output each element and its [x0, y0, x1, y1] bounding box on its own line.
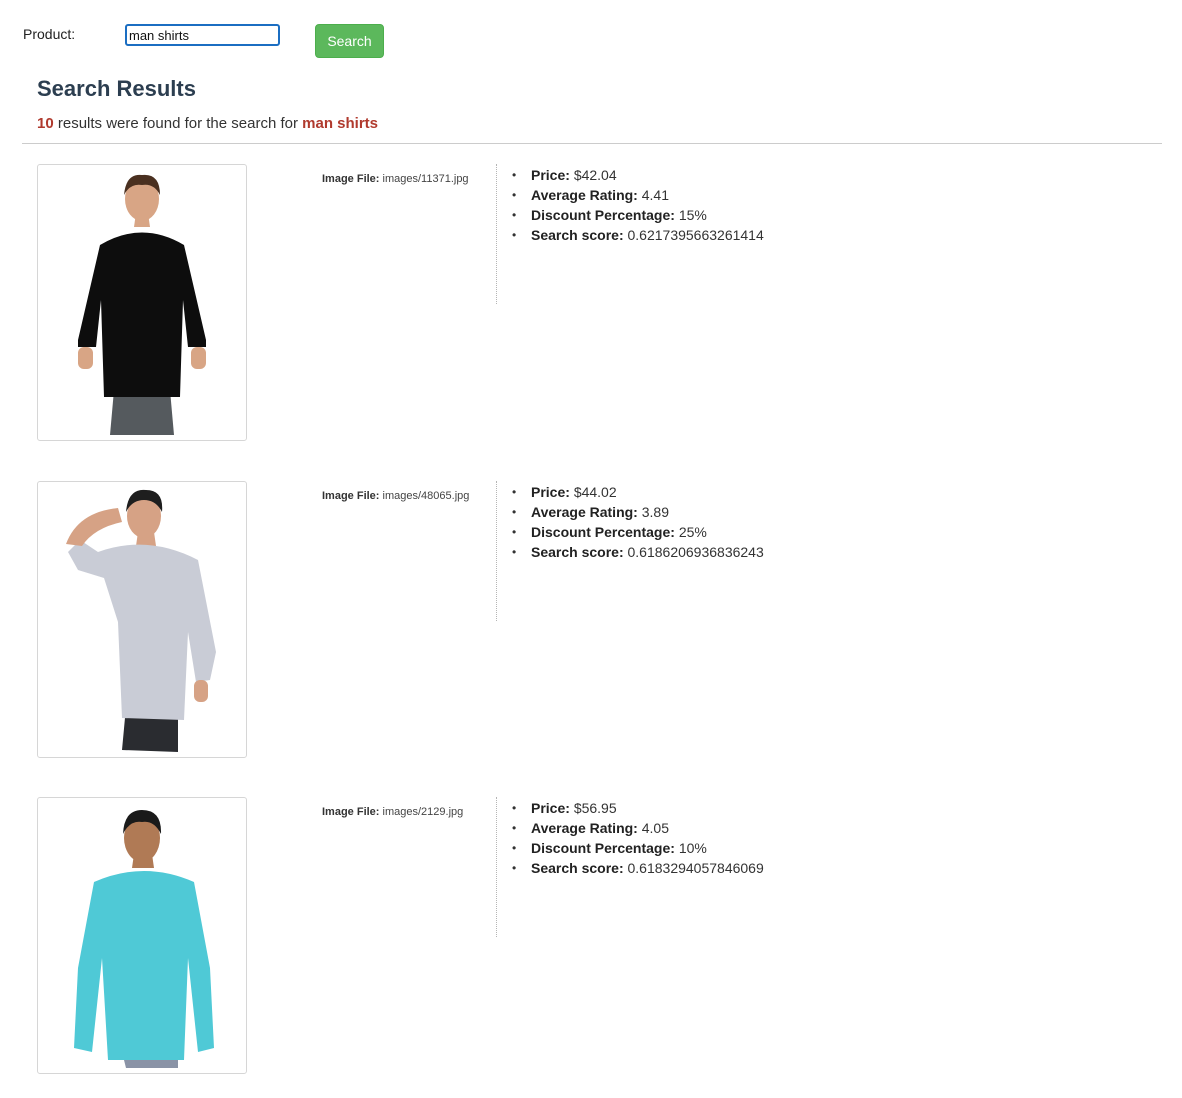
product-label: Product: — [23, 26, 76, 42]
price-label: Price: — [531, 484, 570, 500]
product-image[interactable] — [37, 481, 247, 758]
discount-value: 25% — [678, 524, 707, 540]
discount-value: 10% — [678, 840, 707, 856]
image-file-label: Image File: — [322, 490, 380, 502]
discount-label: Discount Percentage: — [531, 207, 675, 223]
rating-label: Average Rating: — [531, 187, 638, 203]
price-label: Price: — [531, 800, 570, 816]
discount-item: • Discount Percentage: 10% — [512, 840, 707, 856]
column-separator — [496, 481, 497, 621]
price-item: • Price: $42.04 — [512, 167, 617, 183]
search-button[interactable]: Search — [315, 24, 384, 58]
price-value: $56.95 — [573, 800, 617, 816]
results-title: Search Results — [37, 76, 196, 101]
search-form: Product: Search — [0, 0, 1182, 70]
price-item: • Price: $44.02 — [512, 484, 617, 500]
product-details: • Price: $56.95 • Average Rating: 4.05 • Di… — [512, 798, 764, 878]
column-separator — [496, 164, 497, 304]
rating-value: 4.05 — [641, 820, 669, 836]
price-value: $44.02 — [573, 484, 617, 500]
image-file-info: Image File: images/48065.jpg — [322, 490, 469, 502]
score-item: • Search score: 0.6183294057846069 — [512, 860, 764, 876]
discount-label: Discount Percentage: — [531, 840, 675, 856]
image-file-label: Image File: — [322, 173, 380, 185]
price-label: Price: — [531, 167, 570, 183]
shirt-photo-icon — [66, 489, 216, 752]
image-file-value: images/2129.jpg — [382, 806, 464, 818]
discount-item: • Discount Percentage: 15% — [512, 207, 707, 223]
results-count: 10 — [37, 115, 54, 132]
shirt-photo-icon — [74, 810, 214, 1068]
rating-label: Average Rating: — [531, 504, 638, 520]
rating-value: 3.89 — [641, 504, 669, 520]
results-summary-text: results were found for the search for — [53, 115, 303, 132]
rating-item: • Average Rating: 3.89 — [512, 504, 669, 520]
score-item: • Search score: 0.6186206936836243 — [512, 544, 764, 560]
image-file-value: images/11371.jpg — [382, 173, 469, 185]
rating-value: 4.41 — [641, 187, 669, 203]
score-value: 0.6217395663261414 — [627, 227, 764, 243]
rating-item: • Average Rating: 4.41 — [512, 187, 669, 203]
shirt-photo-icon — [78, 174, 206, 435]
score-item: • Search score: 0.6217395663261414 — [512, 227, 764, 243]
price-item: • Price: $56.95 — [512, 800, 617, 816]
results-query: man shirts — [302, 115, 378, 132]
image-file-label: Image File: — [322, 806, 380, 818]
result-item: Image File: images/2129.jpg • Price: $56.… — [0, 797, 1182, 1077]
rating-item: • Average Rating: 4.05 — [512, 820, 669, 836]
product-details: • Price: $44.02 • Average Rating: 3.89 • Di… — [512, 482, 764, 562]
score-label: Search score: — [531, 544, 624, 560]
product-image[interactable] — [37, 164, 247, 441]
result-item: Image File: images/11371.jpg • Price: $42… — [0, 164, 1182, 444]
product-search-input[interactable] — [125, 24, 280, 46]
discount-label: Discount Percentage: — [531, 524, 675, 540]
image-file-value: images/48065.jpg — [382, 490, 470, 502]
score-label: Search score: — [531, 227, 624, 243]
score-value: 0.6183294057846069 — [627, 860, 764, 876]
score-label: Search score: — [531, 860, 624, 876]
image-file-info: Image File: images/2129.jpg — [322, 806, 463, 818]
product-image[interactable] — [37, 797, 247, 1074]
price-value: $42.04 — [573, 167, 617, 183]
image-file-info: Image File: images/11371.jpg — [322, 173, 469, 185]
discount-value: 15% — [678, 207, 707, 223]
column-separator — [496, 797, 497, 937]
result-item: Image File: images/48065.jpg • Price: $44… — [0, 481, 1182, 761]
rating-label: Average Rating: — [531, 820, 638, 836]
results-divider — [22, 143, 1162, 144]
results-summary: 10 results were found for the search for… — [37, 115, 378, 132]
product-details: • Price: $42.04 • Average Rating: 4.41 • Di… — [512, 165, 764, 245]
score-value: 0.6186206936836243 — [627, 544, 764, 560]
discount-item: • Discount Percentage: 25% — [512, 524, 707, 540]
